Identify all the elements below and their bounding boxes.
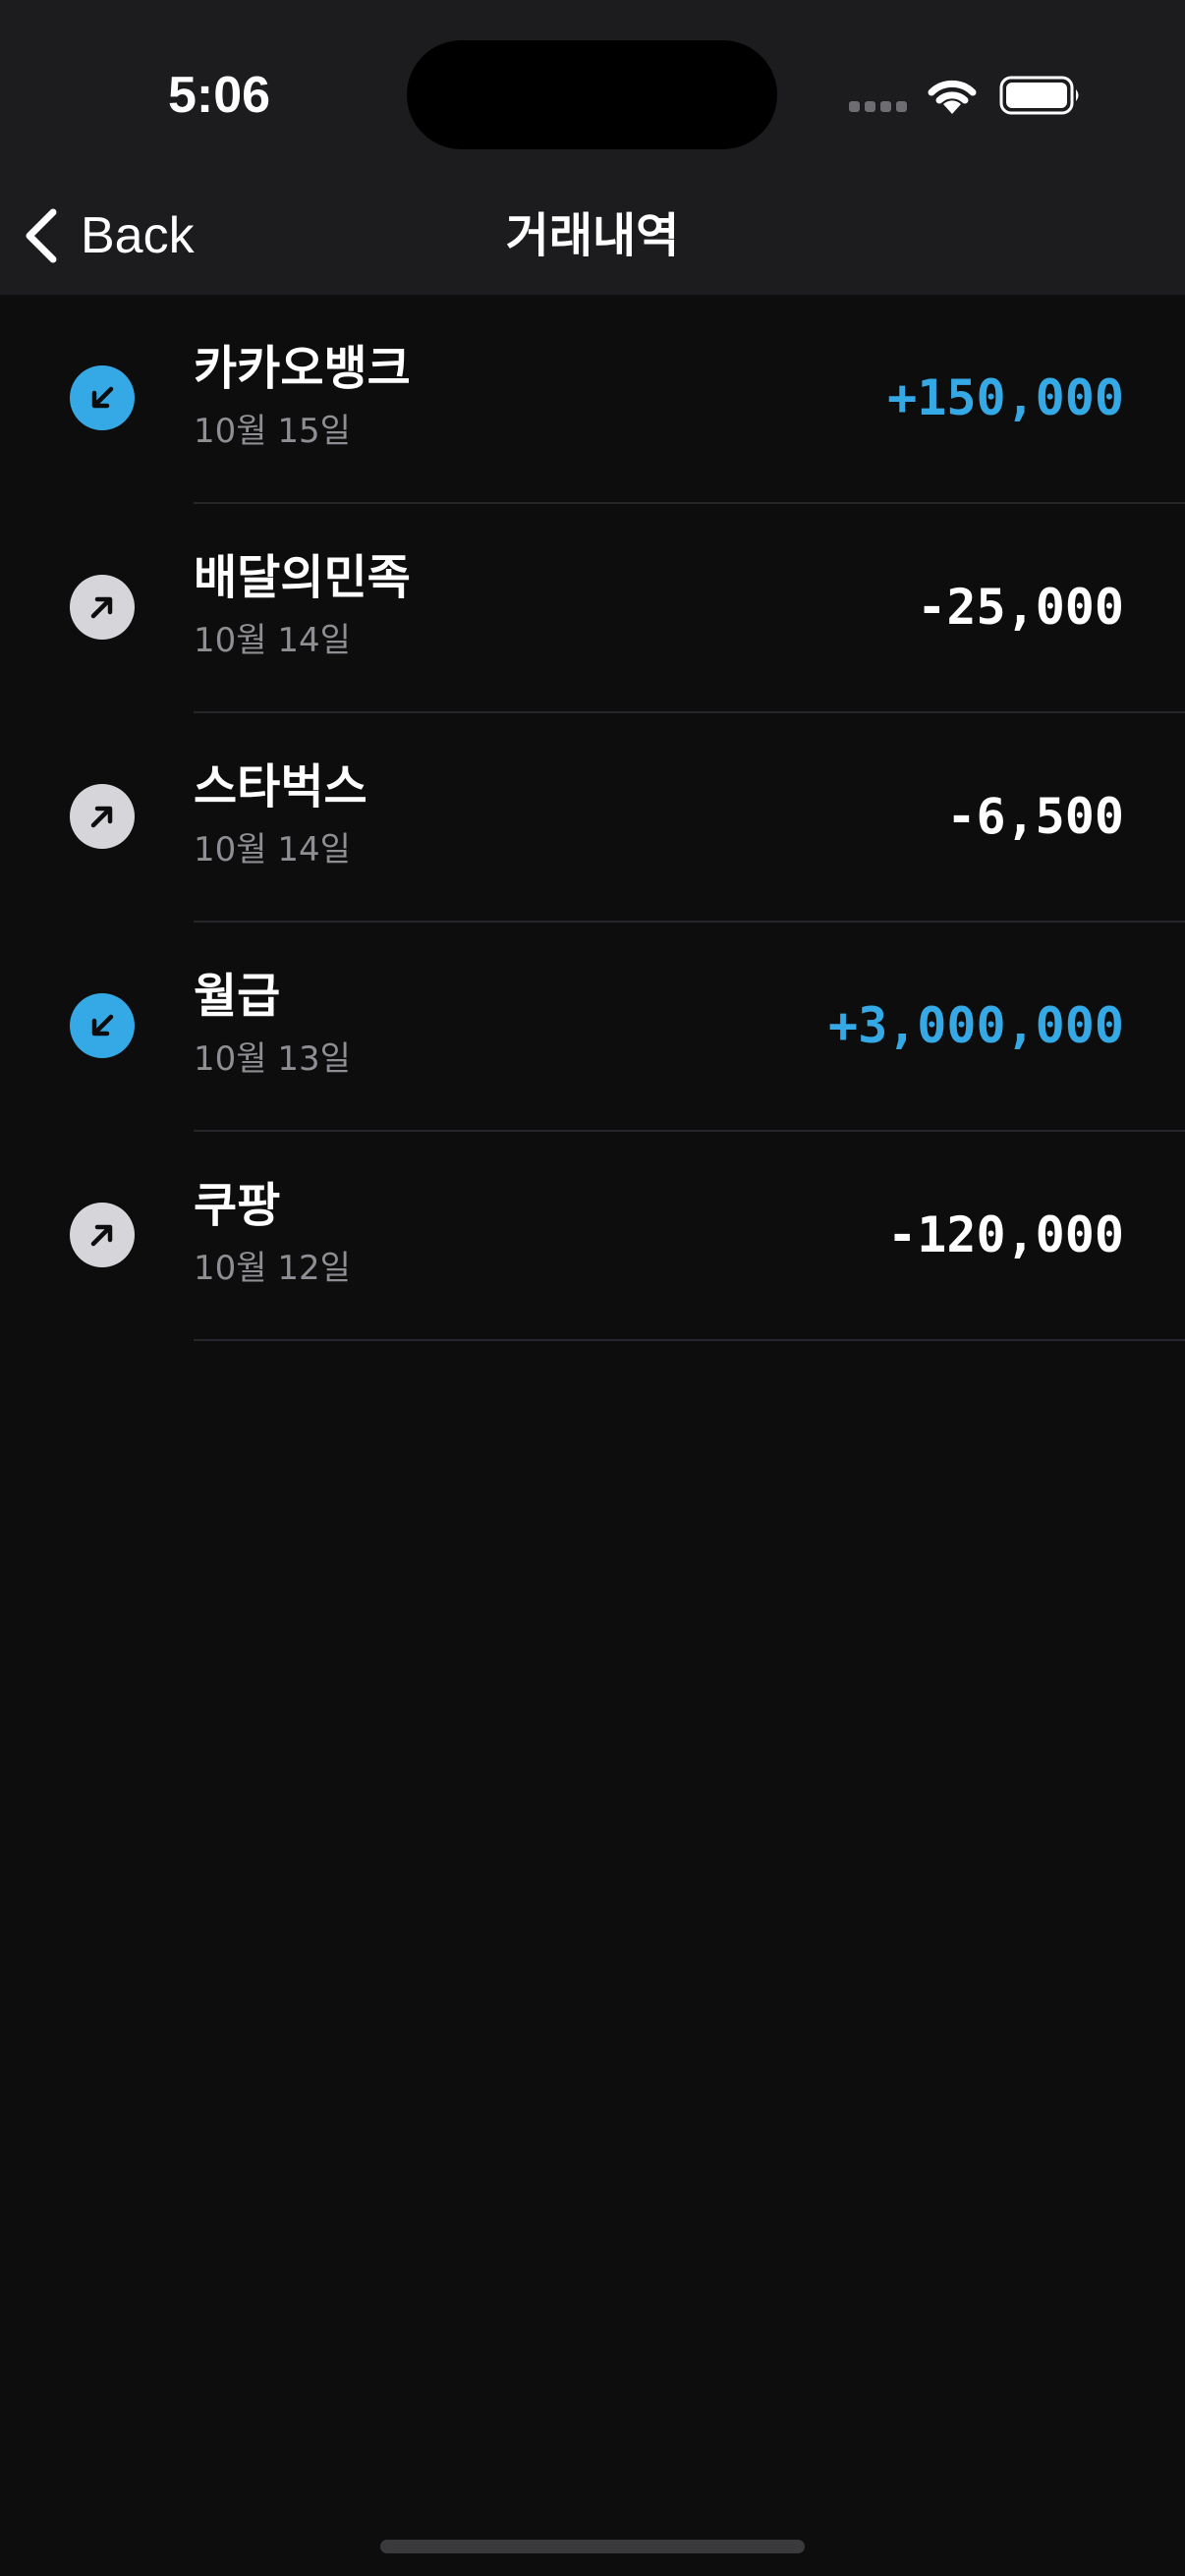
transaction-name: 배달의민족 — [194, 550, 411, 605]
transaction-row[interactable]: 쿠팡 10월 12일 -120,000 — [0, 1132, 1185, 1341]
cellular-signal-icon — [849, 101, 908, 115]
status-bar-time: 5:06 — [167, 67, 271, 124]
transaction-row[interactable]: 스타벅스 10월 14일 -6,500 — [0, 713, 1185, 923]
transaction-row[interactable]: 월급 10월 13일 +3,000,000 — [0, 923, 1185, 1132]
transaction-name: 카카오뱅크 — [194, 341, 411, 396]
transaction-list: 카카오뱅크 10월 15일 +150,000 배달의민족 10월 14일 -25… — [0, 295, 1185, 1341]
transaction-date: 10월 15일 — [194, 412, 351, 451]
wifi-icon — [928, 80, 977, 114]
transaction-name: 스타벅스 — [194, 759, 367, 814]
transaction-amount: -120,000 — [887, 1206, 1124, 1263]
transaction-date: 10월 13일 — [194, 1039, 351, 1079]
battery-icon — [999, 76, 1079, 115]
arrow-down-left-icon — [70, 365, 135, 430]
arrow-up-right-icon — [70, 784, 135, 849]
arrow-down-left-icon — [70, 993, 135, 1058]
transaction-amount: +150,000 — [887, 369, 1124, 426]
transaction-date: 10월 14일 — [194, 621, 351, 660]
dynamic-island — [407, 40, 777, 149]
transaction-row[interactable]: 카카오뱅크 10월 15일 +150,000 — [0, 295, 1185, 504]
transaction-name: 월급 — [194, 969, 281, 1024]
page-title: 거래내역 — [505, 208, 680, 263]
transaction-amount: -25,000 — [917, 579, 1124, 636]
arrow-up-right-icon — [70, 575, 135, 640]
transaction-amount: +3,000,000 — [827, 997, 1124, 1054]
header: 5:06 Back 거래내역 — [0, 0, 1185, 295]
home-indicator[interactable] — [380, 2540, 805, 2553]
row-divider — [194, 1339, 1185, 1341]
transaction-date: 10월 12일 — [194, 1249, 351, 1288]
arrow-up-right-icon — [70, 1203, 135, 1267]
transaction-date: 10월 14일 — [194, 830, 351, 869]
transaction-name: 쿠팡 — [194, 1178, 281, 1233]
transaction-row[interactable]: 배달의민족 10월 14일 -25,000 — [0, 504, 1185, 713]
navigation-bar: Back 거래내역 — [0, 177, 1185, 295]
transaction-amount: -6,500 — [946, 788, 1124, 845]
